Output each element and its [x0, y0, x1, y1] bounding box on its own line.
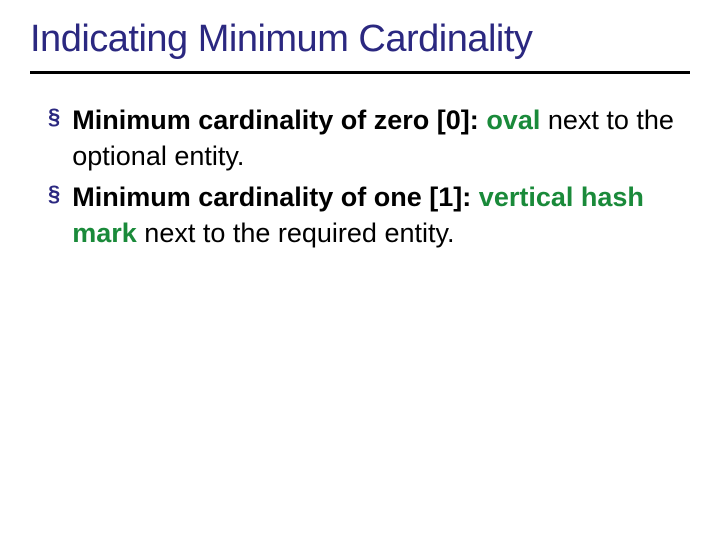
title-underline: [30, 71, 690, 74]
bullet-text: Minimum cardinality of zero [0]: oval ne…: [72, 102, 680, 175]
slide-title: Indicating Minimum Cardinality: [30, 18, 690, 61]
text-bold: Minimum cardinality of one [1]:: [72, 182, 471, 212]
text: next to the required entity.: [137, 218, 455, 248]
bullet-icon: §: [48, 179, 60, 209]
text-bold: Minimum cardinality of zero [0]:: [72, 105, 479, 135]
slide-content: § Minimum cardinality of zero [0]: oval …: [30, 102, 690, 252]
text: [471, 182, 479, 212]
text-highlight: oval: [486, 105, 540, 135]
list-item: § Minimum cardinality of one [1]: vertic…: [48, 179, 680, 252]
list-item: § Minimum cardinality of zero [0]: oval …: [48, 102, 680, 175]
bullet-icon: §: [48, 102, 60, 132]
bullet-text: Minimum cardinality of one [1]: vertical…: [72, 179, 680, 252]
